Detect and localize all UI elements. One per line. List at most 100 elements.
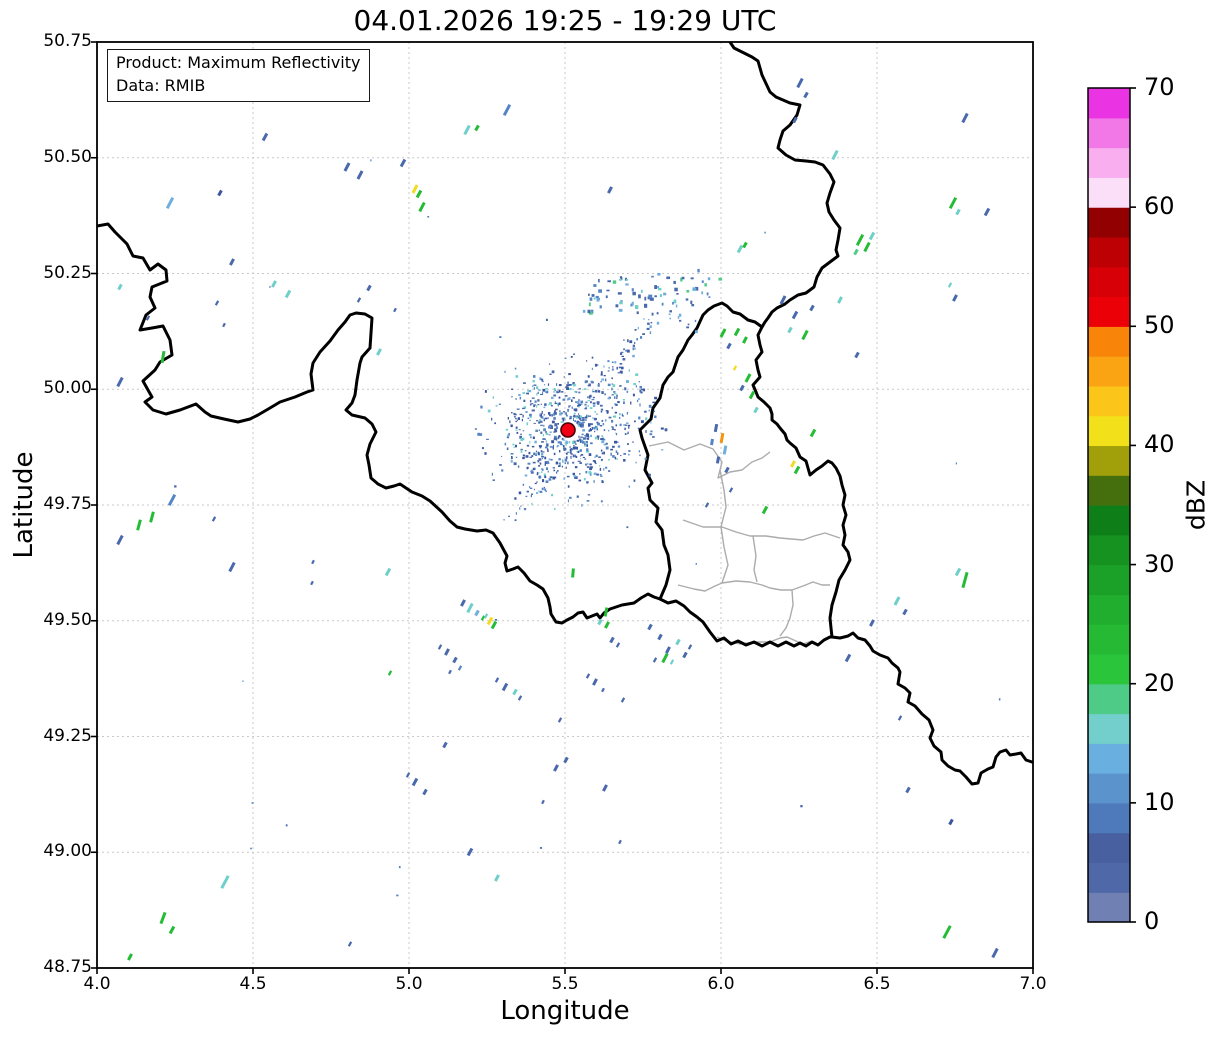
speckle-fields xyxy=(174,159,1001,897)
clutter-speckle xyxy=(608,470,611,472)
clutter-speckle xyxy=(533,422,536,424)
echo-streak xyxy=(437,644,443,650)
clutter-speckle xyxy=(520,450,523,453)
clutter-speckle xyxy=(506,447,509,450)
clutter-speckle xyxy=(567,499,569,503)
clutter-speckle xyxy=(588,415,592,417)
clutter-speckle xyxy=(521,418,523,422)
clutter-speckle xyxy=(516,408,520,410)
clutter-speckle xyxy=(587,400,590,402)
clutter-speckle xyxy=(562,411,566,413)
clutter-speckle xyxy=(576,401,580,404)
clutter-speckle xyxy=(638,398,640,400)
clutter-speckle xyxy=(555,461,559,465)
clutter-speckle xyxy=(586,444,588,447)
clutter-speckle xyxy=(577,423,579,426)
clutter-speckle xyxy=(552,413,555,416)
clutter-speckle xyxy=(649,433,653,436)
country-border xyxy=(97,222,662,625)
echo-streak xyxy=(490,620,498,630)
echo-streak xyxy=(983,207,991,217)
field-speckle xyxy=(396,894,399,897)
echo-streak xyxy=(117,283,123,291)
echo-streak xyxy=(736,244,744,254)
field-speckle xyxy=(708,296,711,298)
field-speckle xyxy=(648,319,650,321)
y-tick-label: 50.50 xyxy=(43,146,92,167)
clutter-speckle xyxy=(509,420,511,424)
echo-streak xyxy=(405,772,411,778)
field-speckle xyxy=(681,276,685,280)
clutter-speckle xyxy=(599,425,603,427)
clutter-speckle xyxy=(557,441,560,444)
field-speckle xyxy=(603,375,606,377)
echo-streak xyxy=(753,406,759,414)
clutter-speckle xyxy=(549,476,553,478)
field-speckle xyxy=(607,280,611,283)
clutter-speckle xyxy=(530,494,532,498)
field-speckle xyxy=(659,294,662,298)
clutter-speckle xyxy=(578,479,582,482)
clutter-speckle xyxy=(545,446,548,449)
clutter-speckle xyxy=(507,417,509,420)
clutter-speckle xyxy=(626,412,629,415)
clutter-speckle xyxy=(532,461,536,464)
clutter-speckle xyxy=(570,356,573,358)
clutter-speckle xyxy=(551,370,555,374)
field-speckle xyxy=(663,292,666,296)
clutter-speckle xyxy=(638,381,640,383)
field-speckle xyxy=(529,487,533,489)
clutter-speckle xyxy=(618,413,621,416)
field-speckle xyxy=(588,395,592,398)
field-speckle xyxy=(591,294,595,297)
clutter-speckle xyxy=(600,380,602,383)
clutter-speckle xyxy=(529,413,532,417)
echo-streak xyxy=(669,659,675,665)
clutter-speckle xyxy=(612,426,614,429)
clutter-speckle xyxy=(571,406,573,409)
echo-streak xyxy=(145,315,151,321)
echo-streak xyxy=(647,623,653,631)
clutter-speckle xyxy=(601,435,604,437)
colorbar-segment xyxy=(1088,475,1130,506)
clutter-speckle xyxy=(616,458,619,460)
clutter-speckle xyxy=(624,427,626,431)
country-border xyxy=(638,301,764,601)
echo-streak xyxy=(356,170,364,180)
colorbar-segment xyxy=(1088,147,1130,178)
clutter-speckle xyxy=(532,380,535,383)
y-tick-label: 50.25 xyxy=(43,262,92,283)
clutter-speckle xyxy=(619,423,622,427)
echo-streak xyxy=(512,688,518,696)
field-speckle xyxy=(695,563,697,565)
clutter-speckle xyxy=(572,461,575,464)
echo-streak xyxy=(387,670,393,676)
clutter-speckle xyxy=(575,416,578,419)
clutter-speckle xyxy=(536,405,538,408)
echo-streak xyxy=(159,911,167,925)
echo-streak xyxy=(160,350,166,364)
echo-streak xyxy=(214,300,220,306)
field-speckle xyxy=(627,339,629,343)
clutter-speckle xyxy=(620,455,622,457)
clutter-speckle xyxy=(589,429,592,432)
clutter-speckle xyxy=(529,419,531,422)
clutter-speckle xyxy=(562,398,566,401)
clutter-speckle xyxy=(569,418,572,420)
echo-streak xyxy=(553,764,559,772)
clutter-speckle xyxy=(576,446,578,450)
clutter-speckle xyxy=(548,478,552,481)
clutter-speckle xyxy=(544,475,547,479)
clutter-speckle xyxy=(576,439,580,442)
field-speckle xyxy=(598,278,600,283)
clutter-speckle xyxy=(567,408,569,412)
region-border xyxy=(779,589,794,637)
clutter-speckle xyxy=(542,434,544,437)
clutter-speckle xyxy=(564,462,566,465)
clutter-speckle xyxy=(587,405,589,407)
figure-root: 04.01.2026 19:25 - 19:29 UTC Product: Ma… xyxy=(0,0,1219,1040)
echo-streak xyxy=(809,304,815,312)
field-speckle xyxy=(590,380,593,383)
clutter-speckle xyxy=(613,391,616,393)
clutter-speckle xyxy=(558,458,561,461)
